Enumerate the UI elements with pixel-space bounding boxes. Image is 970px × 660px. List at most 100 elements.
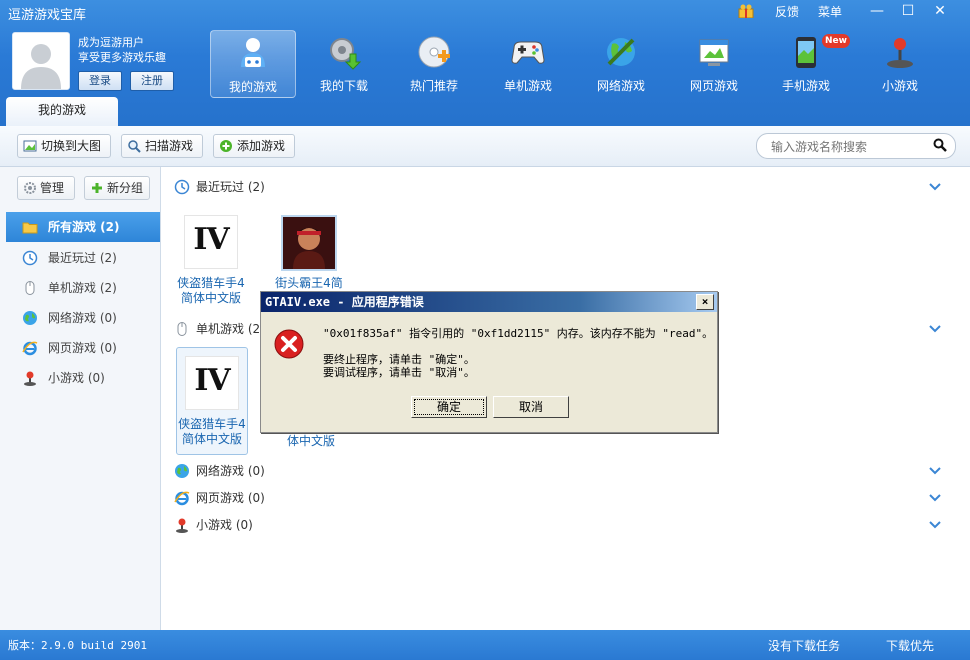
gta4-logo: IV <box>185 356 239 410</box>
download-priority-toggle[interactable]: 下载优先 <box>886 637 934 654</box>
webpage-icon <box>699 39 729 66</box>
plus-circle-icon <box>220 140 232 152</box>
nav-online-label: 网络游戏 <box>596 79 645 93</box>
globe-icon <box>23 311 37 325</box>
ie-icon <box>174 491 190 506</box>
download-task-status[interactable]: 没有下载任务 <box>768 637 840 654</box>
manage-button[interactable]: 管理 <box>17 176 75 200</box>
game-card-gta4-selected[interactable]: IV 侠盗猎车手4 简体中文版 <box>176 347 248 455</box>
nav-mini-games-label: 小游戏 <box>881 79 918 93</box>
plus-icon <box>92 183 102 193</box>
game-title-line2: 体中文版 <box>286 434 335 448</box>
nav-web-games[interactable]: 网页游戏 <box>672 30 756 96</box>
sidebar-item-mini[interactable]: 小游戏 (0) <box>6 363 160 393</box>
gift-icon[interactable] <box>738 4 754 19</box>
section-recent-label: 最近玩过 <box>196 180 245 194</box>
joystick-icon <box>176 518 188 533</box>
sidebar-item-web[interactable]: 网页游戏 (0) <box>6 333 160 363</box>
search-box <box>756 133 956 159</box>
add-game-button[interactable]: 添加游戏 <box>213 134 295 158</box>
nav-hot[interactable]: 热门推荐 <box>392 30 476 96</box>
chevron-down-icon[interactable] <box>928 324 942 334</box>
tab-my-games[interactable]: 我的游戏 <box>6 97 118 126</box>
login-button[interactable]: 登录 <box>78 71 122 91</box>
nav-mobile-games-label: 手机游戏 <box>781 79 830 93</box>
sidebar-item-label: 最近玩过 (2) <box>48 251 117 265</box>
nav-hot-label: 热门推荐 <box>409 79 458 93</box>
section-web[interactable]: 网页游戏 (0) <box>174 488 374 508</box>
switch-view-button[interactable]: 切换到大图 <box>17 134 111 158</box>
manage-label: 管理 <box>40 181 65 195</box>
chevron-down-icon[interactable] <box>928 493 942 503</box>
section-recent-count: (2) <box>247 180 265 194</box>
game-card-sf4-recent[interactable]: 街头霸王4简 <box>274 215 344 291</box>
new-group-button[interactable]: 新分组 <box>84 176 150 200</box>
scan-games-button[interactable]: 扫描游戏 <box>121 134 203 158</box>
cancel-button[interactable]: 取消 <box>493 396 569 418</box>
chevron-down-icon[interactable] <box>928 182 942 192</box>
phone-icon <box>796 37 816 68</box>
game-title-line2: 简体中文版 <box>181 432 242 446</box>
nav-mini-games[interactable]: 小游戏 <box>858 30 942 96</box>
nav-single-player-label: 单机游戏 <box>503 79 552 93</box>
chevron-down-icon[interactable] <box>928 466 942 476</box>
magnifier-icon <box>128 140 141 153</box>
section-recent[interactable]: 最近玩过 (2) <box>174 177 374 197</box>
dialog-titlebar[interactable]: GTAIV.exe - 应用程序错误 × <box>261 292 717 312</box>
globe-icon <box>175 464 189 478</box>
version-text: 版本：2.9.0 build 2901 <box>8 639 147 652</box>
nav-my-games[interactable]: 我的游戏 <box>210 30 296 98</box>
ie-icon <box>22 341 38 356</box>
folder-icon <box>22 222 38 234</box>
clock-icon <box>22 250 38 266</box>
section-mini-label: 小游戏 <box>196 518 233 532</box>
sidebar-item-label: 小游戏 (0) <box>48 371 105 385</box>
maximize-button[interactable]: ☐ <box>895 2 921 20</box>
game-title-line1: 街头霸王4简 <box>275 276 343 290</box>
gta4-logo: IV <box>184 215 238 269</box>
gamepad-icon <box>511 41 545 64</box>
section-mini[interactable]: 小游戏 (0) <box>174 515 374 535</box>
hot-disc-icon <box>418 36 450 68</box>
feedback-link[interactable]: 反馈 <box>775 3 799 20</box>
close-window-button[interactable]: ✕ <box>927 2 953 20</box>
error-dialog: GTAIV.exe - 应用程序错误 × "0x01f835af" 指令引用的 … <box>260 291 718 433</box>
mouse-icon <box>25 281 35 295</box>
menu-link[interactable]: 菜单 <box>818 3 842 20</box>
game-title-line1: 侠盗猎车手4 <box>178 417 246 431</box>
game-card-gta4-recent[interactable]: IV 侠盗猎车手4 简体中文版 <box>176 215 246 306</box>
nav-my-downloads[interactable]: 我的下载 <box>302 30 386 96</box>
nav-my-games-label: 我的游戏 <box>228 80 277 94</box>
dialog-title: GTAIV.exe - 应用程序错误 <box>265 295 424 309</box>
sidebar-item-label: 所有游戏 (2) <box>48 220 120 234</box>
sidebar-item-label: 单机游戏 (2) <box>48 281 117 295</box>
mouse-icon <box>177 322 187 336</box>
sidebar-item-online[interactable]: 网络游戏 (0) <box>6 303 160 333</box>
game-card-sf4-single[interactable]: 体中文版 <box>276 432 346 449</box>
gta4-logo-text: IV <box>194 363 230 398</box>
avatar[interactable] <box>12 32 70 90</box>
nav-single-player[interactable]: 单机游戏 <box>486 30 570 96</box>
sidebar-item-single[interactable]: 单机游戏 (2) <box>6 273 160 303</box>
register-button[interactable]: 注册 <box>130 71 174 91</box>
search-icon[interactable] <box>933 138 947 152</box>
sf4-cover <box>281 215 337 271</box>
nav-my-downloads-label: 我的下载 <box>319 79 368 93</box>
minimize-button[interactable]: — <box>864 2 890 20</box>
gta4-logo-text: IV <box>193 222 229 257</box>
section-online[interactable]: 网络游戏 (0) <box>174 461 374 481</box>
section-web-count: (0) <box>247 491 265 505</box>
nav-online[interactable]: 网络游戏 <box>579 30 663 96</box>
sidebar-item-all-games[interactable]: 所有游戏 (2) <box>6 212 160 242</box>
gear-icon <box>24 182 36 194</box>
search-input[interactable] <box>769 137 933 157</box>
download-gear-icon <box>330 38 362 70</box>
chevron-down-icon[interactable] <box>928 520 942 530</box>
dialog-close-button[interactable]: × <box>696 294 714 310</box>
ok-button[interactable]: 确定 <box>411 396 487 418</box>
app-title: 逗游游戏宝库 <box>8 8 87 23</box>
sidebar-item-label: 网页游戏 (0) <box>48 341 117 355</box>
new-badge: New <box>822 34 850 48</box>
sidebar-item-recent[interactable]: 最近玩过 (2) <box>6 243 160 273</box>
nav-web-games-label: 网页游戏 <box>689 79 738 93</box>
